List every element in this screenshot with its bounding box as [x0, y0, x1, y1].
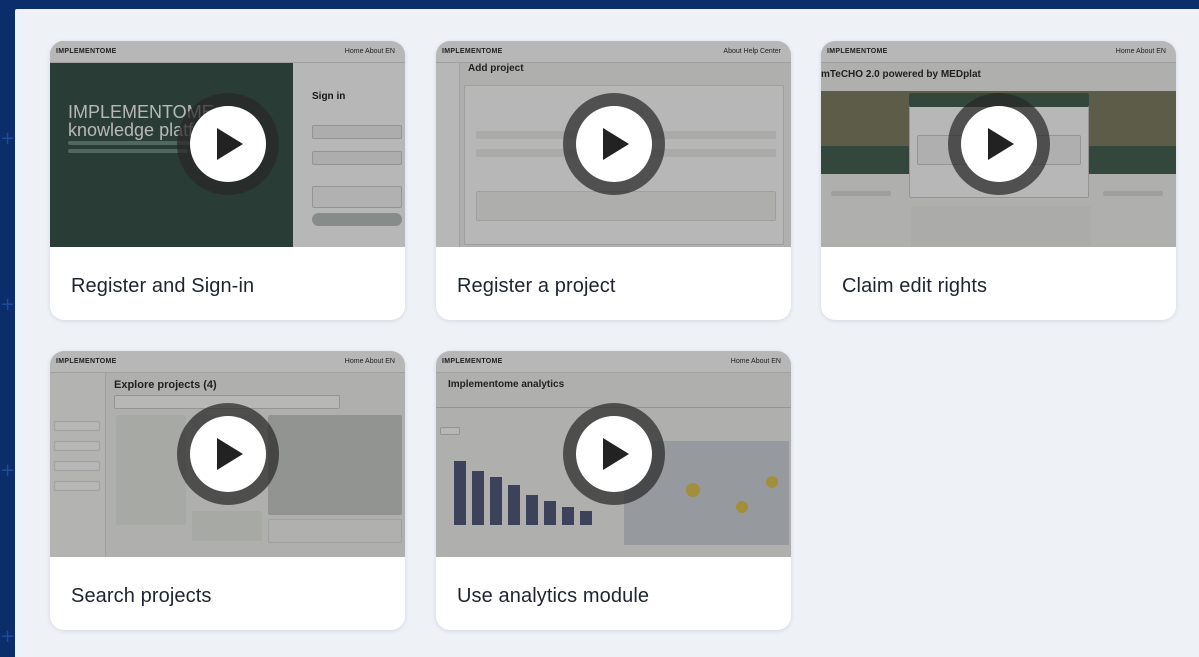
card-title: Claim edit rights — [842, 275, 988, 297]
play-icon — [960, 106, 1037, 182]
video-thumbnail: IMPLEMENTOME Home About EN IMPLEMENTOME … — [50, 41, 405, 247]
play-button[interactable] — [176, 403, 279, 505]
play-button[interactable] — [562, 93, 665, 195]
video-thumbnail: IMPLEMENTOME Home About EN Explore proje… — [50, 351, 405, 557]
video-card-register-project[interactable]: IMPLEMENTOME About Help Center Add proje… — [436, 41, 791, 320]
play-icon — [189, 416, 266, 492]
play-icon — [189, 106, 266, 182]
play-button[interactable] — [176, 93, 279, 195]
video-thumbnail: IMPLEMENTOME About Help Center Add proje… — [436, 41, 791, 247]
video-thumbnail: IMPLEMENTOME Home About EN Implementome … — [436, 351, 791, 557]
video-card-claim-edit-rights[interactable]: IMPLEMENTOME Home About EN mTeCHO 2.0 po… — [821, 41, 1176, 320]
card-title: Use analytics module — [457, 585, 650, 607]
play-button[interactable] — [947, 93, 1050, 195]
play-icon — [575, 106, 652, 182]
card-title: Register a project — [457, 275, 616, 297]
video-card-register-sign-in[interactable]: IMPLEMENTOME Home About EN IMPLEMENTOME … — [50, 41, 405, 320]
video-thumbnail: IMPLEMENTOME Home About EN mTeCHO 2.0 po… — [821, 41, 1176, 247]
play-button[interactable] — [562, 403, 665, 505]
play-icon — [575, 416, 652, 492]
video-card-search-projects[interactable]: IMPLEMENTOME Home About EN Explore proje… — [50, 351, 405, 630]
card-title: Search projects — [71, 585, 212, 607]
video-card-analytics-module[interactable]: IMPLEMENTOME Home About EN Implementome … — [436, 351, 791, 630]
card-title: Register and Sign-in — [71, 275, 255, 297]
